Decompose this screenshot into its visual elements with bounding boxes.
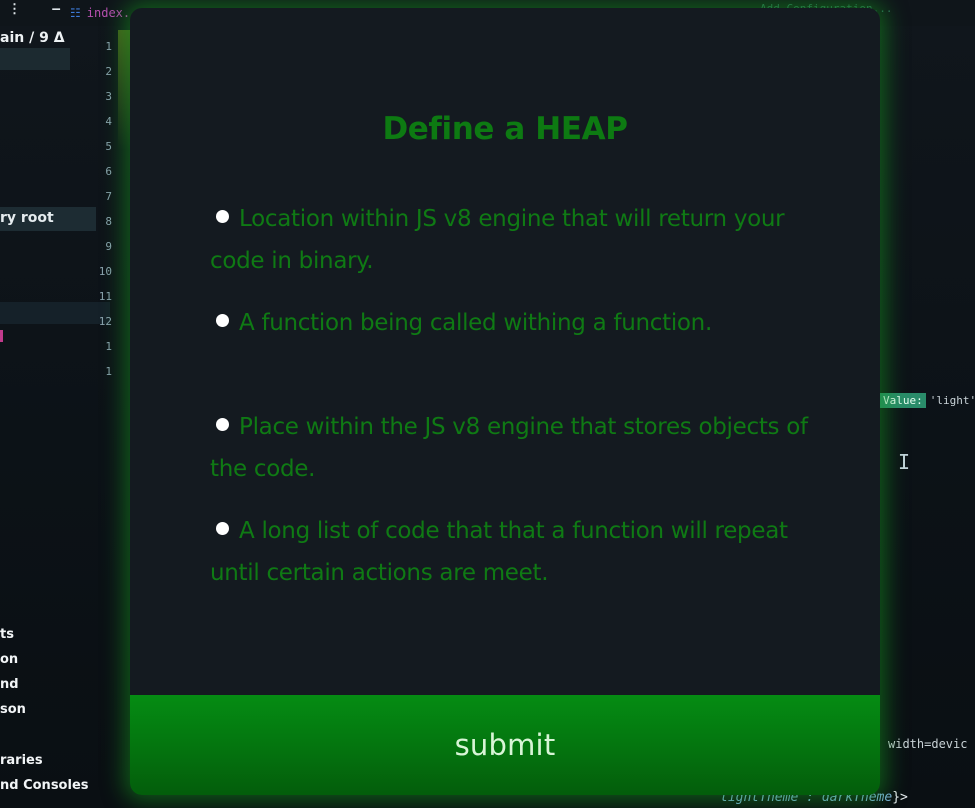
quiz-modal: Define a HEAP Location within JS v8 engi… <box>130 8 880 795</box>
line-number: 1 <box>105 340 112 353</box>
more-options-icon: ⋮ — <box>8 2 61 17</box>
line-number-gutter: 1 2 3 4 5 6 7 8 9 10 11 12 1 1 <box>76 34 130 384</box>
file-icon: ☷ <box>70 6 81 20</box>
text-cursor-icon: I <box>898 450 911 474</box>
line-number: 10 <box>98 265 112 278</box>
sidebar-selection <box>0 48 70 70</box>
line-number: 9 <box>105 240 112 253</box>
answer-option-label: Place within the JS v8 engine that store… <box>210 414 808 482</box>
sidebar-item-label: ry root <box>0 210 54 226</box>
sidebar-marker <box>0 330 3 342</box>
answer-options: Location within JS v8 engine that will r… <box>210 198 810 614</box>
line-number: 1 <box>105 40 112 53</box>
editor-file-tab-label: index. <box>86 6 131 20</box>
line-number: 7 <box>105 190 112 203</box>
sidebar-list: raries nd Consoles <box>0 748 89 798</box>
sidebar-list: ts on nd son <box>0 622 26 722</box>
debug-value-text: 'light' <box>929 394 975 407</box>
radio-button[interactable] <box>216 418 229 431</box>
answer-option[interactable]: A function being called withing a functi… <box>210 302 810 406</box>
debug-value-tag: Value:'light' <box>880 393 975 408</box>
radio-button[interactable] <box>216 210 229 223</box>
submit-button[interactable]: submit <box>130 695 880 795</box>
answer-option[interactable]: A long list of code that that a function… <box>210 510 810 614</box>
answer-option-label: A long list of code that that a function… <box>210 518 788 586</box>
radio-button[interactable] <box>216 314 229 327</box>
line-number: 8 <box>105 215 112 228</box>
line-number: 1 <box>105 365 112 378</box>
sidebar-item: on <box>0 652 19 667</box>
line-number: 12 <box>98 315 112 328</box>
debug-value-key: Value: <box>880 393 926 408</box>
line-number: 11 <box>98 290 112 303</box>
sidebar-item: nd Consoles <box>0 778 89 793</box>
line-number: 2 <box>105 65 112 78</box>
line-number: 4 <box>105 115 112 128</box>
answer-option[interactable]: Place within the JS v8 engine that store… <box>210 406 810 510</box>
sidebar-item: son <box>0 702 26 717</box>
code-snippet: width=devic <box>888 737 968 751</box>
radio-button[interactable] <box>216 522 229 535</box>
sidebar-item: nd <box>0 677 19 692</box>
line-number: 6 <box>105 165 112 178</box>
code-snippet-suffix: }> <box>892 790 908 805</box>
line-number: 3 <box>105 90 112 103</box>
sidebar-item: ts <box>0 627 14 642</box>
line-number: 5 <box>105 140 112 153</box>
answer-option-label: A function being called withing a functi… <box>239 310 712 336</box>
answer-option[interactable]: Location within JS v8 engine that will r… <box>210 198 810 302</box>
branch-label: ain / 9 Δ <box>0 30 65 46</box>
sidebar-item: raries <box>0 753 43 768</box>
editor-file-tab: ☷ index. <box>70 6 130 20</box>
answer-option-label: Location within JS v8 engine that will r… <box>210 206 785 274</box>
question-title: Define a HEAP <box>382 111 628 147</box>
